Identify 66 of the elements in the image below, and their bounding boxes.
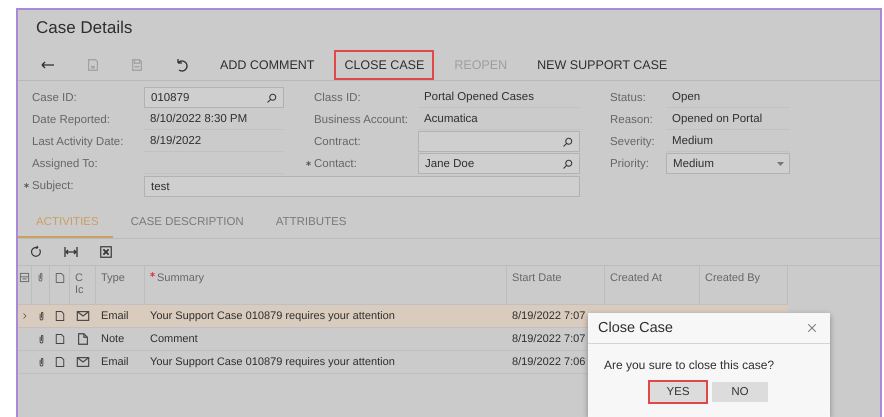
field-value: Medium <box>666 131 790 152</box>
field-label: Last Activity Date: <box>32 136 124 148</box>
field-label: Contact: <box>314 158 357 170</box>
field-label: Class ID: <box>314 92 361 104</box>
dropdown-field[interactable]: Medium <box>666 153 790 174</box>
subject-field[interactable]: test <box>144 176 580 197</box>
document-icon <box>54 333 66 345</box>
column-header[interactable]: Created By <box>700 266 788 304</box>
lookup-field[interactable] <box>418 131 580 152</box>
save-icon <box>130 58 144 72</box>
field-label: Assigned To: <box>32 158 98 170</box>
excel-icon[interactable] <box>99 245 113 259</box>
table-cell-text: Comment <box>149 333 199 345</box>
field-label: Date Reported: <box>32 114 110 126</box>
caret-icon <box>777 162 784 166</box>
search-icon <box>562 136 574 148</box>
field-label: Priority: <box>610 158 649 170</box>
column-header[interactable]: C Ic <box>70 266 96 304</box>
toolbar-button[interactable]: ADD COMMENT <box>212 52 322 78</box>
save-close-icon <box>86 58 100 72</box>
fit-columns-icon[interactable] <box>63 244 79 260</box>
column-header[interactable]: Created At <box>605 266 700 304</box>
dialog-button[interactable]: YES <box>650 382 706 402</box>
dialog-button[interactable]: NO <box>712 382 768 402</box>
envelope-icon <box>76 355 90 369</box>
chevron-right-icon <box>21 312 29 320</box>
lookup-field[interactable]: 010879 <box>144 87 284 108</box>
files-icon <box>19 272 30 283</box>
dialog-message: Are you sure to close this case? <box>603 357 776 372</box>
field-value: Opened on Portal <box>666 109 790 130</box>
table-cell-text: Email <box>100 356 130 368</box>
refresh-icon[interactable] <box>29 245 43 259</box>
field-label: Severity: <box>610 136 655 148</box>
table-cell-text: Your Support Case 010879 requires your attention <box>149 310 396 322</box>
field-value: 8/19/2022 <box>144 131 284 152</box>
field-label: Reason: <box>610 114 653 126</box>
search-icon <box>562 158 574 170</box>
field-label: Business Account: <box>314 114 408 126</box>
column-header[interactable]: Type <box>96 266 145 304</box>
table-cell-text: 8/19/2022 7:07 <box>511 310 586 322</box>
table-cell-text: 8/19/2022 7:06 <box>511 356 586 368</box>
field-value: Acumatica <box>418 109 580 130</box>
table-cell-text: Email <box>100 310 130 322</box>
field-value: 8/10/2022 8:30 PM <box>144 109 284 130</box>
note-icon <box>76 332 90 346</box>
document-icon <box>54 310 66 322</box>
table-cell-text: Your Support Case 010879 requires your attention <box>149 356 396 368</box>
table-cell-text: 8/19/2022 7:07 <box>511 333 586 345</box>
page-title: Case Details <box>35 17 134 39</box>
column-header[interactable]: Summary <box>145 266 507 304</box>
search-icon <box>266 92 278 104</box>
document-icon <box>54 356 66 368</box>
envelope-icon <box>76 309 90 323</box>
field-value: Open <box>666 87 790 108</box>
toolbar-button[interactable]: NEW SUPPORT CASE <box>529 52 676 78</box>
field-label: Contract: <box>314 136 361 148</box>
field-label: Case ID: <box>32 92 77 104</box>
lookup-field[interactable]: Jane Doe <box>418 153 580 174</box>
field-label: Subject: <box>32 180 74 192</box>
field-value: Portal Opened Cases <box>418 87 580 108</box>
column-header[interactable]: Start Date <box>507 266 605 304</box>
toolbar-button[interactable]: CLOSE CASE <box>336 52 432 78</box>
field-label: Status: <box>610 92 646 104</box>
close-icon[interactable] <box>806 322 818 334</box>
document-icon <box>54 272 66 284</box>
table-cell-text: Note <box>100 333 126 345</box>
